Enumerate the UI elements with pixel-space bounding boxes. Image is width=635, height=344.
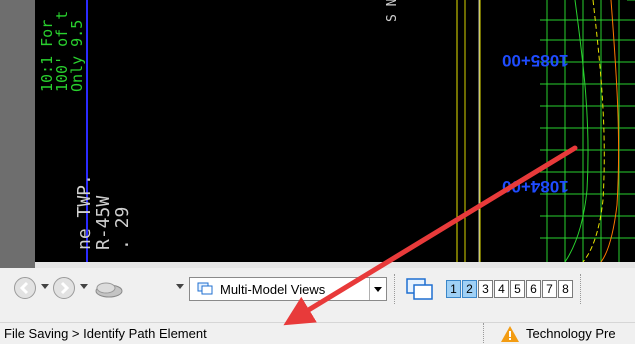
display-style-icon[interactable]: [92, 276, 124, 300]
select-caret[interactable]: [369, 278, 386, 300]
station-label-1084: 1084+00: [502, 177, 569, 196]
forward-arrow-icon[interactable]: [53, 277, 75, 299]
view-button-7[interactable]: 7: [542, 280, 557, 298]
status-bar: File Saving > Identify Path Element Tech…: [0, 322, 635, 344]
township-line-3: . 29: [112, 206, 133, 250]
forward-dropdown-caret[interactable]: [80, 284, 88, 289]
view-button-6[interactable]: 6: [526, 280, 541, 298]
view-button-2[interactable]: 2: [462, 280, 477, 298]
back-arrow-icon[interactable]: [14, 277, 36, 299]
note-line-3: Only 9.5: [68, 19, 86, 92]
display-dropdown-caret[interactable]: [176, 284, 184, 289]
view-toolbar: Multi-Model Views 1 2 3 4 5 6 7 8: [0, 268, 635, 310]
toolbar-separator-2: [580, 274, 583, 304]
view-button-4[interactable]: 4: [494, 280, 509, 298]
back-dropdown-caret[interactable]: [41, 284, 49, 289]
left-panel-edge: [0, 0, 35, 268]
view-button-1[interactable]: 1: [446, 280, 461, 298]
multi-model-views-select[interactable]: Multi-Model Views: [189, 277, 387, 301]
view-button-5[interactable]: 5: [510, 280, 525, 298]
view-button-8[interactable]: 8: [558, 280, 573, 298]
multi-model-views-icon: [197, 282, 213, 295]
station-label-1085: 1085+00: [502, 51, 569, 70]
toolbar-separator: [394, 274, 397, 304]
top-text-fragment: S N D: [385, 0, 400, 22]
township-line-1: ne TWP.: [74, 174, 95, 250]
township-line-2: R-45W: [93, 195, 114, 250]
status-message: File Saving > Identify Path Element: [4, 326, 207, 341]
cad-viewport[interactable]: 10:1 For 100' of t Only 9.5 ne TWP. R-45…: [35, 0, 635, 262]
view-windows-icon[interactable]: [405, 276, 435, 302]
view-button-3[interactable]: 3: [478, 280, 493, 298]
warning-icon: [501, 326, 519, 342]
multi-model-views-label: Multi-Model Views: [220, 282, 326, 297]
status-separator: [483, 323, 486, 343]
technology-preview-label: Technology Pre: [526, 326, 616, 341]
